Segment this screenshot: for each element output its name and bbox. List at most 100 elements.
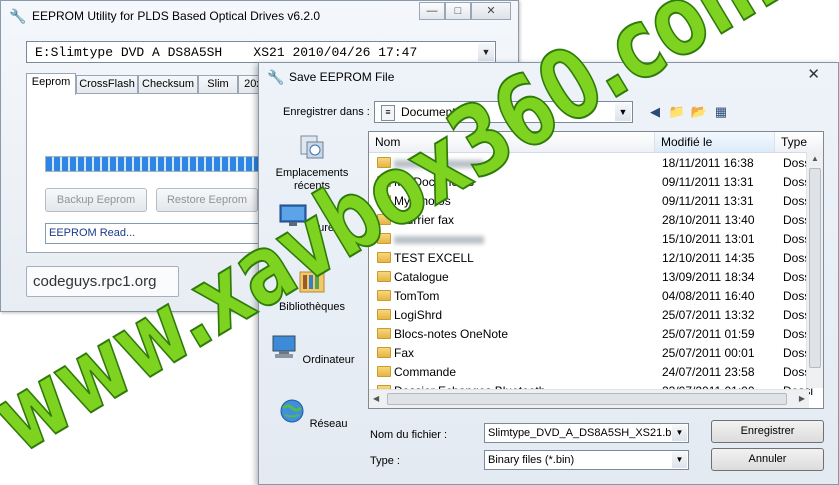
location-select[interactable]: ≡ Documents ▼	[374, 101, 633, 123]
folder-icon	[377, 195, 391, 206]
file-date: 13/09/2011 18:34	[662, 270, 755, 284]
file-date: 24/07/2011 23:58	[662, 365, 755, 379]
folder-icon	[377, 271, 391, 282]
filename-value: Slimtype_DVD_A_DS8A5SH_XS21.bin	[488, 427, 680, 439]
places-bar: Emplacements récents Bureau Bibliothèque…	[269, 128, 355, 458]
back-icon[interactable]: ◀	[645, 103, 665, 121]
folder-icon	[377, 252, 391, 263]
file-name	[394, 232, 484, 246]
column-type[interactable]: Type	[775, 132, 823, 152]
folder-icon	[377, 309, 391, 320]
file-date: 18/11/2011 16:38	[662, 156, 754, 170]
file-date: 25/07/2011 13:32	[662, 308, 755, 322]
cancel-button[interactable]: Annuler	[711, 448, 824, 471]
save-eeprom-dialog: 🔧 Save EEPROM File ✕ Enregistrer dans : …	[258, 62, 839, 485]
chevron-down-icon[interactable]: ▼	[672, 452, 687, 468]
file-date: 04/08/2011 16:40	[662, 289, 755, 303]
file-list-header: Nom Modifié le Type	[369, 132, 823, 153]
file-date: 25/07/2011 00:01	[662, 346, 755, 360]
file-row[interactable]: courrier fax 28/10/2011 13:40 Dossi	[369, 211, 813, 230]
dialog-title: Save EEPROM File	[289, 70, 395, 84]
place-label: Emplacements récents	[275, 167, 349, 192]
place-label: Réseau	[309, 418, 348, 430]
place-computer[interactable]: Ordinateur	[269, 334, 355, 367]
tab-eeprom[interactable]: Eeprom	[26, 73, 76, 95]
new-folder-icon[interactable]: 📂	[689, 103, 709, 121]
chevron-down-icon[interactable]: ▼	[672, 425, 687, 441]
up-folder-icon[interactable]: 📁	[667, 103, 687, 121]
computer-icon	[272, 335, 296, 358]
file-row[interactable]: 15/10/2011 13:01 Dossi	[369, 230, 813, 249]
filetype-select[interactable]: Binary files (*.bin) ▼	[484, 450, 689, 470]
view-menu-icon[interactable]: ▦	[711, 103, 731, 121]
scroll-right-icon[interactable]: ▶	[799, 394, 805, 403]
file-row[interactable]: Commande 24/07/2011 23:58 Dossi	[369, 363, 813, 382]
chevron-down-icon[interactable]: ▼	[478, 43, 494, 61]
save-button[interactable]: Enregistrer	[711, 420, 824, 443]
file-name: My Documents	[394, 175, 475, 189]
status-text: EEPROM Read...	[45, 223, 275, 244]
close-icon[interactable]: ✕	[807, 65, 820, 83]
backup-eeprom-button[interactable]: Backup Eeprom	[45, 188, 147, 212]
vertical-scrollbar[interactable]: ▲	[806, 152, 823, 388]
chevron-down-icon[interactable]: ▼	[615, 103, 631, 121]
place-recent[interactable]: Emplacements récents	[269, 134, 355, 193]
scroll-left-icon[interactable]: ◀	[373, 394, 379, 403]
file-name: courrier fax	[394, 213, 455, 227]
file-name: Catalogue	[394, 270, 449, 284]
place-label: Bibliothèques	[278, 301, 346, 313]
file-row[interactable]: My Documents 09/11/2011 13:31 Dossi	[369, 173, 813, 192]
drive-select[interactable]: E:Slimtype DVD A DS8A5SH XS21 2010/04/26…	[26, 41, 496, 63]
file-date: 25/07/2011 01:59	[662, 327, 755, 341]
place-desktop[interactable]: Bureau	[269, 202, 355, 235]
file-row[interactable]: Fax 25/07/2011 00:01 Dossi	[369, 344, 813, 363]
maximize-button[interactable]: □	[445, 2, 471, 20]
scroll-thumb[interactable]	[387, 393, 787, 405]
place-label: Ordinateur	[302, 354, 355, 366]
close-button[interactable]: ✕	[471, 2, 511, 20]
save-in-label: Enregistrer dans :	[283, 106, 370, 118]
file-row[interactable]: Blocs-notes OneNote 25/07/2011 01:59 Dossi	[369, 325, 813, 344]
file-row[interactable]: 18/11/2011 16:38 Dossi	[369, 154, 813, 173]
file-row[interactable]: My Photos 09/11/2011 13:31 Dossi	[369, 192, 813, 211]
file-list[interactable]: Nom Modifié le Type 18/11/2011 16:38 Doss…	[368, 131, 824, 409]
tab-checksum[interactable]: Checksum	[138, 75, 198, 93]
tab-slim[interactable]: Slim	[198, 75, 238, 93]
file-name: LogiShrd	[394, 308, 443, 322]
place-libraries[interactable]: Bibliothèques	[269, 268, 355, 314]
libraries-icon	[299, 271, 325, 293]
file-row[interactable]: LogiShrd 25/07/2011 13:32 Dossi	[369, 306, 813, 325]
type-label: Type :	[370, 455, 400, 467]
desktop-icon	[279, 204, 307, 226]
scroll-up-icon[interactable]: ▲	[811, 154, 819, 163]
filename-field[interactable]: Slimtype_DVD_A_DS8A5SH_XS21.bin ▼	[484, 423, 689, 443]
file-row[interactable]: TEST EXCELL 12/10/2011 14:35 Dossi	[369, 249, 813, 268]
filename-label: Nom du fichier :	[370, 429, 448, 441]
file-date: 09/11/2011 13:31	[662, 194, 754, 208]
recent-places-icon	[300, 135, 324, 159]
tab-crossflash[interactable]: CrossFlash	[76, 75, 138, 93]
folder-icon	[377, 233, 391, 244]
column-name[interactable]: Nom	[369, 132, 655, 152]
folder-icon	[377, 366, 391, 377]
drive-select-value: E:Slimtype DVD A DS8A5SH XS21 2010/04/26…	[35, 45, 418, 60]
wrench-icon: 🔧	[267, 69, 285, 85]
horizontal-scrollbar[interactable]: ◀ ▶	[369, 389, 809, 408]
file-name: Blocs-notes OneNote	[394, 327, 509, 341]
title-bar: 🔧 EEPROM Utility for PLDS Based Optical …	[1, 1, 518, 31]
folder-icon	[377, 157, 391, 168]
file-row[interactable]: Catalogue 13/09/2011 18:34 Dossi	[369, 268, 813, 287]
file-name: TomTom	[394, 289, 440, 303]
minimize-button[interactable]: —	[419, 2, 445, 20]
credit-link[interactable]: codeguys.rpc1.org	[26, 266, 179, 297]
window-title: EEPROM Utility for PLDS Based Optical Dr…	[32, 9, 321, 23]
folder-icon	[377, 290, 391, 301]
folder-icon	[377, 347, 391, 358]
scroll-thumb[interactable]	[809, 168, 821, 368]
place-network[interactable]: Réseau	[269, 398, 355, 431]
column-modified[interactable]: Modifié le	[655, 132, 775, 152]
restore-eeprom-button[interactable]: Restore Eeprom	[156, 188, 258, 212]
file-row[interactable]: TomTom 04/08/2011 16:40 Dossi	[369, 287, 813, 306]
file-name: TEST EXCELL	[394, 251, 474, 265]
folder-icon	[377, 176, 391, 187]
